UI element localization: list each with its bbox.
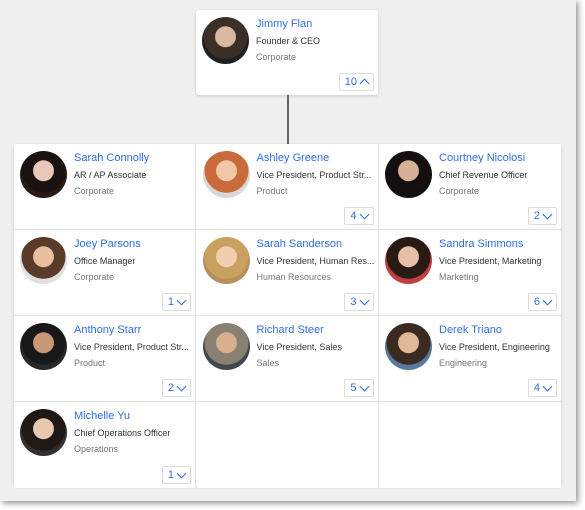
avatar — [20, 323, 67, 370]
avatar — [20, 409, 67, 456]
employee-name[interactable]: Sarah Connolly — [74, 152, 149, 164]
avatar — [385, 151, 432, 198]
employee-name[interactable]: Sarah Sanderson — [257, 238, 343, 250]
employee-name[interactable]: Richard Steer — [257, 324, 324, 336]
employee-department: Corporate — [74, 272, 115, 282]
chevron-up-icon — [359, 78, 370, 89]
employee-department: Corporate — [439, 186, 480, 196]
employee-name[interactable]: Anthony Starr — [74, 324, 141, 336]
employee-title: Vice President, Marketing — [439, 256, 542, 266]
avatar — [202, 17, 249, 64]
report-count: 5 — [350, 382, 357, 394]
employee-name[interactable]: Jimmy Flan — [256, 18, 312, 30]
report-count: 2 — [167, 382, 174, 394]
employee-card[interactable]: Sarah Sanderson Vice President, Human Re… — [196, 230, 379, 316]
employee-card[interactable]: Courtney Nicolosi Chief Revenue Officer … — [379, 144, 561, 230]
chevron-down-icon — [542, 381, 553, 391]
connector-line — [287, 95, 289, 144]
chevron-down-icon — [359, 209, 369, 219]
avatar — [202, 323, 250, 370]
employee-name[interactable]: Sandra Simmons — [439, 238, 523, 250]
employee-department: Engineering — [439, 358, 488, 368]
employee-department: Corporate — [74, 186, 115, 196]
chevron-down-icon — [542, 295, 553, 305]
employee-department: Corporate — [256, 52, 297, 62]
employee-card[interactable]: Derek Triano Vice President, Engineering… — [379, 316, 561, 402]
chevron-down-icon — [176, 381, 187, 391]
report-count: 1 — [167, 469, 174, 481]
employee-card[interactable]: Sarah Connolly AR / AP Associate Corpora… — [14, 144, 196, 230]
expand-reports-button[interactable]: 6 — [527, 293, 557, 311]
employee-title: Vice President, Sales — [256, 342, 342, 352]
expand-reports-button[interactable]: 2 — [161, 379, 191, 397]
employee-name[interactable]: Joey Parsons — [74, 238, 141, 250]
avatar — [385, 323, 432, 370]
report-count: 4 — [533, 382, 540, 394]
employee-department: Product — [256, 186, 288, 196]
expand-reports-button[interactable]: 2 — [527, 207, 557, 225]
avatar — [20, 237, 67, 284]
report-count: 1 — [167, 296, 174, 308]
chevron-down-icon — [359, 381, 369, 391]
employee-card[interactable]: Joey Parsons Office Manager Corporate 1 — [14, 230, 196, 316]
employee-department: Sales — [256, 358, 280, 368]
chevron-down-icon — [176, 468, 187, 478]
expand-reports-button[interactable]: 4 — [344, 207, 374, 225]
employee-title: Chief Operations Officer — [74, 428, 171, 438]
report-count: 3 — [350, 296, 357, 308]
report-count: 6 — [533, 296, 540, 308]
collapse-reports-button[interactable]: 10 — [338, 73, 374, 91]
chevron-down-icon — [176, 295, 187, 305]
employee-title: AR / AP Associate — [74, 170, 147, 180]
employee-title: Founder & CEO — [256, 36, 321, 46]
employee-card[interactable]: Richard Steer Vice President, Sales Sale… — [196, 316, 379, 402]
chevron-down-icon — [542, 209, 553, 219]
expand-reports-button[interactable]: 1 — [161, 293, 191, 311]
employee-name[interactable]: Derek Triano — [439, 324, 502, 336]
employee-card[interactable]: Michelle Yu Chief Operations Officer Ope… — [14, 402, 196, 488]
expand-reports-button[interactable]: 5 — [344, 379, 374, 397]
avatar — [20, 151, 67, 198]
employee-card[interactable]: Sandra Simmons Vice President, Marketing… — [379, 230, 561, 316]
employee-title: Chief Revenue Officer — [439, 170, 528, 180]
employee-department: Product — [74, 358, 106, 368]
employee-title: Vice President, Human Res... — [256, 256, 375, 266]
empty-cell — [379, 402, 561, 488]
report-count: 4 — [350, 210, 357, 222]
employee-department: Human Resources — [256, 272, 332, 282]
root-employee-card[interactable]: Jimmy Flan Founder & CEO Corporate 10 — [196, 10, 378, 95]
report-count: 10 — [344, 76, 357, 88]
employee-department: Operations — [74, 444, 119, 454]
expand-reports-button[interactable]: 4 — [527, 379, 557, 397]
employee-title: Vice President, Product Str... — [256, 170, 372, 180]
expand-reports-button[interactable]: 3 — [344, 293, 374, 311]
avatar — [202, 151, 250, 198]
employee-name[interactable]: Michelle Yu — [74, 410, 130, 422]
expand-reports-button[interactable]: 1 — [161, 466, 191, 484]
report-count: 2 — [533, 210, 540, 222]
chevron-down-icon — [359, 295, 369, 305]
employee-name[interactable]: Ashley Greene — [257, 152, 330, 164]
employee-name[interactable]: Courtney Nicolosi — [439, 152, 525, 164]
avatar — [385, 237, 432, 284]
empty-cell — [196, 402, 379, 488]
direct-reports-grid: Sarah Connolly AR / AP Associate Corpora… — [14, 144, 561, 488]
employee-title: Vice President, Product Str... — [74, 342, 189, 352]
employee-card[interactable]: Ashley Greene Vice President, Product St… — [196, 144, 379, 230]
employee-department: Marketing — [439, 272, 479, 282]
employee-card[interactable]: Anthony Starr Vice President, Product St… — [14, 316, 196, 402]
employee-title: Office Manager — [74, 256, 136, 266]
avatar — [202, 237, 250, 284]
org-chart-window: Jimmy Flan Founder & CEO Corporate 10 Sa… — [0, 0, 576, 501]
employee-title: Vice President, Engineering — [439, 342, 550, 352]
